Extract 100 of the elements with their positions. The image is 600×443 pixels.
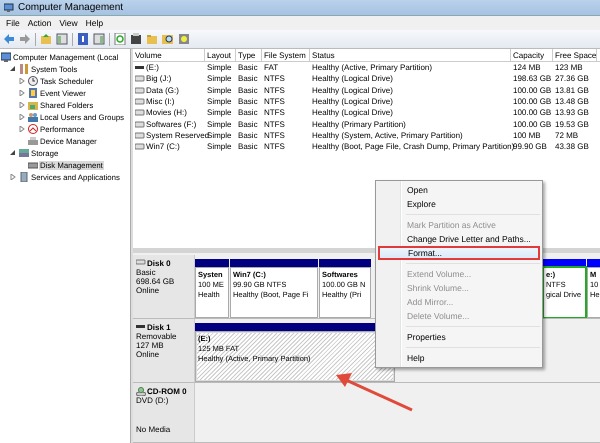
column-header[interactable]: Layout xyxy=(205,49,236,61)
disk-name: CD-ROM 0 xyxy=(147,387,187,396)
disk-size: 698.64 GB xyxy=(136,277,176,286)
column-header[interactable]: Capacity xyxy=(511,49,553,61)
table-cell: Healthy (Logical Drive) xyxy=(312,86,393,95)
table-cell: Basic xyxy=(238,130,258,140)
cd-drive-icon xyxy=(136,387,146,396)
table-cell: Movies (H:) xyxy=(146,108,187,118)
log-icon xyxy=(28,88,38,98)
menu-item[interactable]: Open xyxy=(378,183,540,197)
column-header[interactable]: File System xyxy=(262,49,310,61)
table-cell: 100.00 GB xyxy=(513,120,552,129)
menu-item[interactable]: Change Drive Letter and Paths... xyxy=(378,232,540,246)
table-cell: Basic xyxy=(238,86,258,95)
disk-status: No Media xyxy=(136,425,172,434)
table-cell: Big (J:) xyxy=(146,74,172,84)
disk-size: 127 MB xyxy=(136,341,165,350)
app-icon xyxy=(4,2,14,12)
computer-icon xyxy=(1,52,11,62)
table-cell: 124 MB xyxy=(513,63,541,72)
table-cell: (E:) xyxy=(146,63,159,72)
table-cell: Healthy (Boot, Page File, Crash Dump, Primary Partition) xyxy=(312,142,514,152)
table-cell: Simple xyxy=(207,86,232,95)
table-cell: Healthy (Active, Primary Partition) xyxy=(312,63,432,72)
disk-type: DVD (D:) xyxy=(136,396,170,405)
column-header[interactable]: Type xyxy=(236,49,262,61)
table-cell: NTFS xyxy=(264,97,285,106)
table-cell: NTFS xyxy=(264,86,285,95)
table-cell: 43.38 GB xyxy=(555,142,589,152)
table-cell: 100.00 GB xyxy=(513,97,552,106)
table-cell: 72 MB xyxy=(555,130,578,140)
table-cell: Basic xyxy=(238,74,258,84)
table-cell: 99.90 GB xyxy=(513,142,547,152)
table-cell: Win7 (C:) xyxy=(146,142,180,152)
forward-arrow-icon[interactable] xyxy=(19,33,31,45)
column-header[interactable]: Volume xyxy=(133,49,205,61)
table-cell: NTFS xyxy=(264,120,285,129)
table-cell: Basic xyxy=(238,63,258,72)
removable-drive-icon xyxy=(135,64,145,72)
pane-icon[interactable] xyxy=(93,33,105,45)
column-header[interactable]: Status xyxy=(310,49,511,61)
table-cell: Healthy (System, Active, Primary Partition) xyxy=(312,130,463,140)
table-cell: Basic xyxy=(238,120,258,129)
table-cell: Simple xyxy=(207,97,232,106)
table-cell: 13.81 GB xyxy=(555,86,589,95)
disk-name: Disk 0 xyxy=(147,259,171,268)
column-header[interactable]: Free Space xyxy=(553,49,597,61)
folder-up-icon[interactable] xyxy=(40,33,52,45)
menu-item[interactable]: Help xyxy=(82,18,108,28)
table-cell: Simple xyxy=(207,63,232,72)
table-cell: Healthy (Logical Drive) xyxy=(312,74,393,84)
folder-icon xyxy=(28,100,38,110)
table-cell: Basic xyxy=(238,97,258,106)
drive-icon xyxy=(28,160,38,170)
table-cell: Healthy (Logical Drive) xyxy=(312,108,393,118)
table-cell: FAT xyxy=(264,63,278,72)
table-cell: Simple xyxy=(207,74,232,84)
menu-item[interactable]: View xyxy=(55,18,82,28)
table-cell: 100.00 GB xyxy=(513,86,552,95)
table-cell: Simple xyxy=(207,130,232,140)
disk-type: Basic xyxy=(136,268,157,277)
table-cell: Data (G:) xyxy=(146,86,179,95)
expander-icon[interactable] xyxy=(10,150,16,156)
storage-icon xyxy=(19,148,29,158)
tools-icon xyxy=(19,64,29,74)
disk-type: Removable xyxy=(136,332,178,341)
disk-status: Online xyxy=(136,286,160,295)
menu-item[interactable]: Explore xyxy=(378,197,540,211)
table-cell: Simple xyxy=(207,142,232,152)
search-icon[interactable] xyxy=(162,33,174,45)
table-cell: 100.00 GB xyxy=(513,108,552,118)
table-cell: 19.53 GB xyxy=(555,120,589,129)
table-cell: NTFS xyxy=(264,108,285,118)
pane-icon[interactable] xyxy=(56,33,68,45)
back-arrow-icon[interactable] xyxy=(3,33,15,45)
disk-name: Disk 1 xyxy=(147,323,171,332)
clock-icon xyxy=(28,76,38,86)
users-icon xyxy=(28,112,38,122)
table-cell: Simple xyxy=(207,120,232,129)
disk-status: Online xyxy=(136,350,160,359)
table-cell: NTFS xyxy=(264,74,285,84)
table-cell: NTFS xyxy=(264,142,285,152)
table-cell: 13.93 GB xyxy=(555,108,589,118)
table-cell: 198.63 GB xyxy=(513,74,552,84)
refresh-icon[interactable] xyxy=(114,33,126,45)
menu-item[interactable]: File xyxy=(2,18,24,28)
window-title: Computer Management xyxy=(18,2,124,13)
table-cell: Softwares (F:) xyxy=(146,120,196,129)
expander-icon[interactable] xyxy=(10,66,16,72)
table-cell: Healthy (Primary Partition) xyxy=(312,120,406,129)
services-icon xyxy=(19,172,29,182)
device-icon xyxy=(28,136,38,146)
folder-icon[interactable] xyxy=(146,33,158,45)
table-cell: 100 MB xyxy=(513,130,541,140)
table-cell: Basic xyxy=(238,108,258,118)
table-cell: Misc (I:) xyxy=(146,97,174,106)
menu-item[interactable]: Format... xyxy=(378,246,540,260)
menu-item[interactable]: Action xyxy=(24,18,56,28)
gauge-icon xyxy=(28,124,38,134)
table-cell: 123 MB xyxy=(555,63,583,72)
